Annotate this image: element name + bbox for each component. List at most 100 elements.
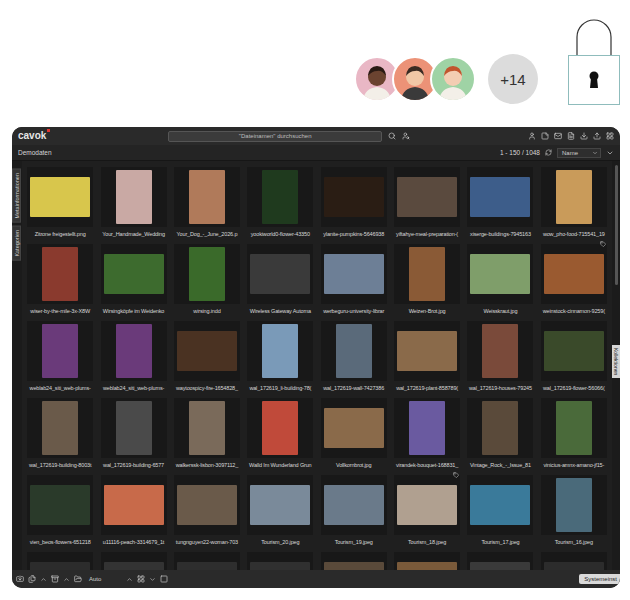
- chevron-down-icon[interactable]: [149, 576, 156, 583]
- thumbnail-label: Tourism_18.jpeg: [408, 538, 446, 546]
- files-icon[interactable]: [28, 575, 36, 583]
- thumbnail-image: [482, 401, 518, 455]
- thumbnail-tile[interactable]: Tourism_19.jpeg: [318, 472, 390, 549]
- thumbnail-tile[interactable]: Wirsingköpfe im Weidenko: [97, 241, 169, 318]
- note-icon[interactable]: [541, 132, 549, 140]
- upload-icon[interactable]: [593, 132, 601, 140]
- thumbnail-tile[interactable]: waytoospicy-fire-1654828_: [171, 318, 243, 395]
- thumbnail-label: wiser-by-the-mile-3x-X8W: [30, 307, 90, 315]
- thumbnail-image: [556, 170, 592, 224]
- thumbnail-tile[interactable]: Your_Dog_-_June_2026.p: [171, 164, 243, 241]
- zoom-select[interactable]: Auto: [86, 575, 122, 583]
- thumbnail-tile[interactable]: Walld Im Wunderland Grun: [244, 395, 316, 472]
- thumbnail-frame: [101, 398, 167, 458]
- thumbnail-tile[interactable]: walkerssk-lisbon-3097112_: [171, 395, 243, 472]
- refresh-icon[interactable]: [545, 149, 552, 156]
- thumbnail-tile[interactable]: Tourism_17.jpeg: [464, 472, 536, 549]
- thumbnail-tile[interactable]: [391, 549, 463, 570]
- thumbnail-tile[interactable]: wiser-by-the-mile-3x-X8W: [24, 241, 96, 318]
- search-icon[interactable]: [388, 132, 396, 140]
- thumbnail-tile[interactable]: [318, 549, 390, 570]
- grid-icon[interactable]: [606, 132, 614, 140]
- thumbnail-tile[interactable]: ylanite-pumpkins-5646938: [318, 164, 390, 241]
- side-tab[interactable]: Metainformationen: [12, 169, 21, 223]
- toolbar: [528, 132, 614, 140]
- chevron-down-icon[interactable]: [606, 149, 614, 157]
- thumbnail-label: weblab24_siti_web-plums-: [103, 384, 164, 392]
- thumbnail-tile[interactable]: yookiworld0-flower-43350: [244, 164, 316, 241]
- mail-icon[interactable]: [554, 132, 562, 140]
- thumbnail-tile[interactable]: weblab24_siti_web-plums-: [24, 318, 96, 395]
- logo[interactable]: cavok: [18, 131, 50, 141]
- thumbnail-tile[interactable]: wow_pho-food-715541_19: [538, 164, 610, 241]
- document-icon[interactable]: [567, 132, 575, 140]
- avatar[interactable]: [430, 56, 476, 102]
- thumbnail-tile[interactable]: wal_172619-plant-858789(: [391, 318, 463, 395]
- thumbnail-label: wal_172619-plant-858789(: [396, 384, 458, 392]
- thumbnail-tile[interactable]: wal_172619-building-6577: [97, 395, 169, 472]
- thumbnail-tile[interactable]: vien_beos-flowers-651218: [24, 472, 96, 549]
- thumbnail-frame: [321, 552, 387, 570]
- thumbnail-tile[interactable]: [464, 549, 536, 570]
- side-tab[interactable]: Kollektionen: [612, 345, 620, 378]
- thumbnail-tile[interactable]: [538, 549, 610, 570]
- chevron-up-icon[interactable]: [126, 576, 133, 583]
- thumbnail-tile[interactable]: yiftahye-meal-preparation-(: [391, 164, 463, 241]
- thumbnail-tile[interactable]: Weisskraut.jpg: [464, 241, 536, 318]
- thumbnail-tile[interactable]: weblab24_siti_web-plums-: [97, 318, 169, 395]
- thumbnail-tile[interactable]: [24, 549, 96, 570]
- side-tab[interactable]: Kategorien: [12, 226, 21, 261]
- sort-select[interactable]: Name: [557, 148, 601, 158]
- thumbnail-frame: [394, 321, 460, 381]
- chevron-up-icon[interactable]: [40, 576, 47, 583]
- thumbnail-tile[interactable]: wal_172619-building-8003t: [24, 395, 96, 472]
- chevron-up-icon[interactable]: [63, 576, 70, 583]
- thumbnail-tile[interactable]: wal_172619-wall-7427386: [318, 318, 390, 395]
- import-icon[interactable]: [16, 575, 24, 583]
- thumbnail-tile[interactable]: Vollkornbrot.jpg: [318, 395, 390, 472]
- breadcrumb[interactable]: Demodaten: [18, 149, 52, 156]
- thumbnail-label: xiserge-buildings-7945163: [470, 230, 531, 238]
- thumbnail-tile[interactable]: wal_172619-houses-79245: [464, 318, 536, 395]
- tag-icon: [453, 472, 459, 478]
- chevron-down-icon: [592, 150, 598, 156]
- thumbnail-tile[interactable]: wirsing.indd: [171, 241, 243, 318]
- thumbnail-tile[interactable]: vinicius-amnx-amano-jf15-: [538, 395, 610, 472]
- thumbnail-image: [409, 247, 445, 301]
- thumbnail-tile[interactable]: Tourism_16.jpeg: [538, 472, 610, 549]
- thumbnail-label: Your_Dog_-_June_2026.p: [177, 230, 238, 238]
- thumbnail-tile[interactable]: u11116-peach-3314679_1t: [97, 472, 169, 549]
- thumbnail-tile[interactable]: Vintage_Rock_-_Issue_81: [464, 395, 536, 472]
- thumbnail-tile[interactable]: [244, 549, 316, 570]
- thumbnail-tile[interactable]: Zitrone freigestellt.png: [24, 164, 96, 241]
- thumbnail-tile[interactable]: Tourism_18.jpeg: [391, 472, 463, 549]
- user-icon[interactable]: [528, 132, 536, 140]
- thumbnail-tile[interactable]: xiserge-buildings-7945163: [464, 164, 536, 241]
- more-collaborators[interactable]: +14: [488, 54, 538, 104]
- thumbnail-tile[interactable]: virandek-bouquet-168831_: [391, 395, 463, 472]
- thumbnail-tile[interactable]: wal_172619-flower-56066(: [538, 318, 610, 395]
- thumbnail-label: yiftahye-meal-preparation-(: [396, 230, 458, 238]
- frame-icon[interactable]: [160, 575, 168, 583]
- download-icon[interactable]: [580, 132, 588, 140]
- grid-icon[interactable]: [137, 575, 145, 583]
- scrollbar-thumb[interactable]: [615, 165, 618, 285]
- thumbnail-tile[interactable]: wal_172619_li-building-78(: [244, 318, 316, 395]
- thumbnail-tile[interactable]: Weizen-Brot.jpg: [391, 241, 463, 318]
- thumbnail-tile[interactable]: [97, 549, 169, 570]
- thumbnail-tile[interactable]: tungnguyen22-woman-703: [171, 472, 243, 549]
- thumbnail-tile[interactable]: Tourism_20.jpeg: [244, 472, 316, 549]
- folder-icon[interactable]: [74, 575, 82, 583]
- thumbnail-tile[interactable]: [171, 549, 243, 570]
- thumbnail-tile[interactable]: Your_Handmade_Wedding: [97, 164, 169, 241]
- search-field[interactable]: "Dateinamen" durchsuchen: [168, 131, 382, 142]
- thumbnail-frame: [321, 167, 387, 227]
- thumbnail-tile[interactable]: werbeguru-university-librar: [318, 241, 390, 318]
- settings-button[interactable]: Systemeinst: [579, 574, 620, 584]
- thumbnail-tile[interactable]: Wireless Gateway Automa: [244, 241, 316, 318]
- thumbnail-frame: [321, 244, 387, 304]
- thumbnail-tile[interactable]: weinstock-cinnamon-9259(: [538, 241, 610, 318]
- user-search-icon[interactable]: [402, 132, 410, 140]
- archive-icon[interactable]: [51, 575, 59, 583]
- thumbnail-frame: [27, 167, 93, 227]
